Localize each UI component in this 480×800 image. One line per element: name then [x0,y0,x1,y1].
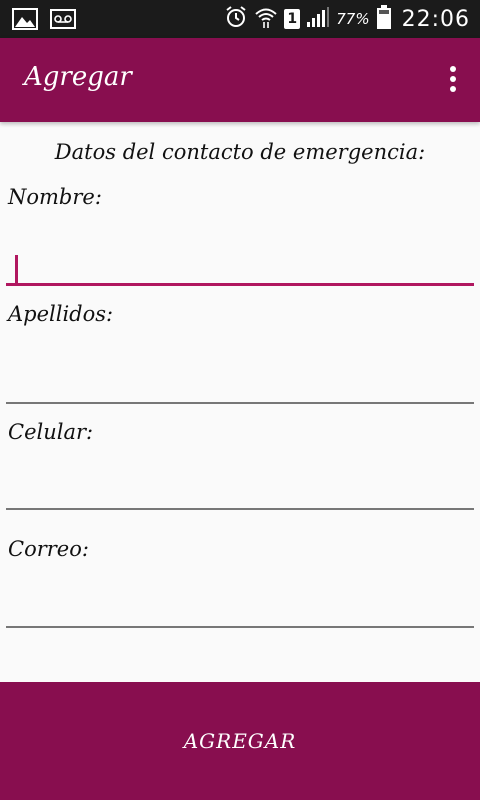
apellidos-label: Apellidos: [8,302,114,326]
correo-field[interactable] [6,584,474,628]
nombre-label: Nombre: [8,185,102,209]
form-heading: Datos del contacto de emergencia: [54,140,426,164]
status-bar: 1 77% 22:06 [0,0,480,38]
overflow-menu-icon[interactable] [446,66,460,96]
app-bar: Agregar [0,38,480,122]
page-title: Agregar [24,62,132,92]
signal-icon [306,6,330,32]
alarm-icon [224,5,248,33]
apellidos-field[interactable] [6,360,474,404]
correo-label: Correo: [8,537,89,561]
wifi-icon [254,5,278,33]
image-icon [12,8,38,34]
battery-icon [376,4,392,34]
clock: 22:06 [401,6,470,32]
celular-label: Celular: [8,420,94,444]
voicemail-icon [50,8,76,34]
text-cursor [15,255,18,283]
battery-percent: 77% [336,10,370,28]
nombre-field[interactable] [6,242,474,286]
sim-icon: 1 [284,9,301,29]
agregar-button[interactable]: AGREGAR [0,682,480,800]
celular-field[interactable] [6,466,474,510]
